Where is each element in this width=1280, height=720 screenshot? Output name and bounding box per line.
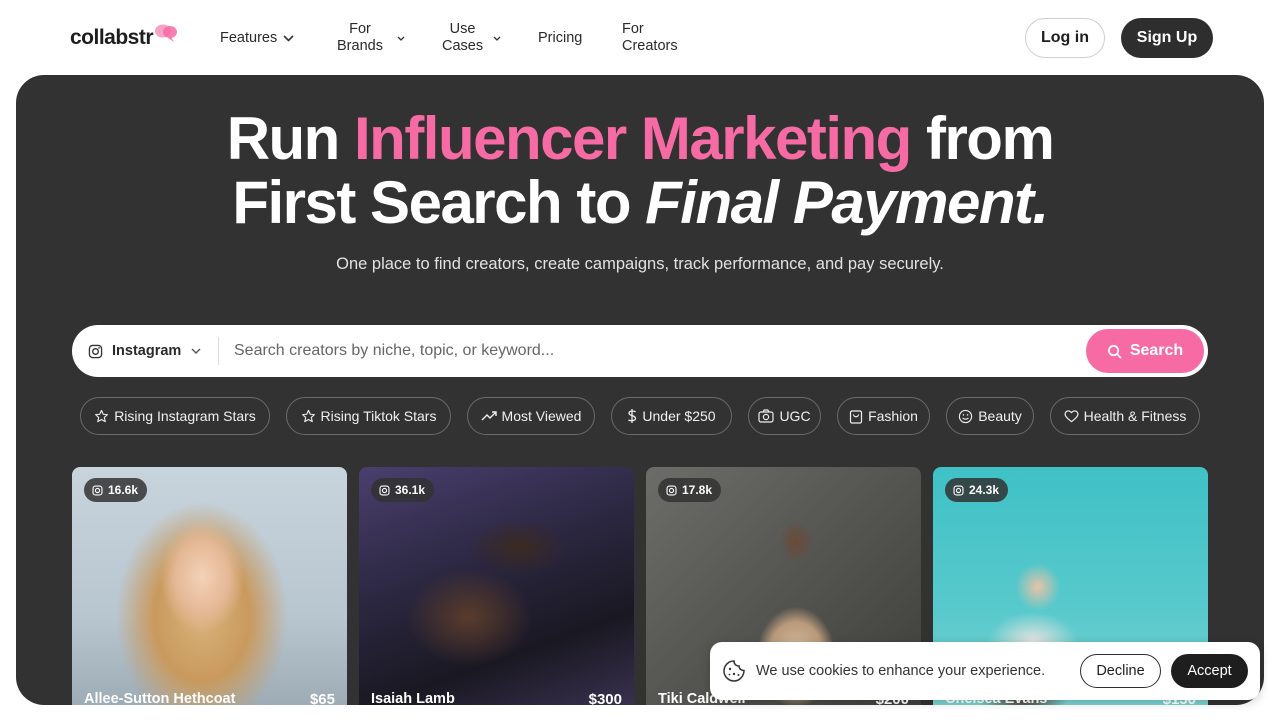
nav-for-creators-line2: Creators: [622, 38, 678, 54]
signup-button[interactable]: Sign Up: [1121, 18, 1213, 58]
instagram-icon: [379, 484, 390, 496]
star-icon: [301, 409, 316, 424]
platform-select-value: Instagram: [112, 343, 182, 359]
nav-use-cases-line1: Use: [449, 21, 476, 37]
hero-title-run: Run: [226, 105, 354, 172]
collabstr-logo[interactable]: collabstr: [70, 23, 178, 50]
search-icon: [1107, 344, 1122, 359]
creator-card[interactable]: 16.6k Allee-Sutton Hethcoat $65: [72, 467, 347, 705]
chip-label: Rising Tiktok Stars: [320, 408, 437, 424]
nav-for-creators-line1: For: [622, 21, 644, 37]
dollar-icon: [627, 408, 637, 424]
chevron-down-icon: [283, 35, 294, 42]
chevron-down-icon: [397, 36, 405, 41]
chip-label: Beauty: [978, 408, 1022, 424]
platform-select[interactable]: Instagram: [88, 325, 201, 377]
hero-subtitle: One place to find creators, create campa…: [336, 255, 944, 273]
chip-fashion[interactable]: Fashion: [837, 397, 930, 435]
smile-icon: [958, 409, 973, 424]
chevron-down-icon: [191, 348, 201, 354]
nav-use-cases-line2: Cases: [442, 38, 484, 54]
cookie-decline-button[interactable]: Decline: [1080, 654, 1161, 688]
creator-search-bar: Instagram Search: [72, 325, 1208, 377]
chip-label: Health & Fitness: [1083, 408, 1187, 424]
hero-title-line1: Run Influencer Marketing from: [16, 107, 1264, 171]
follower-badge: 16.6k: [84, 478, 148, 502]
top-navigation: collabstr Features For Brands Use Cases …: [0, 0, 1280, 76]
nav-pricing[interactable]: Pricing: [538, 30, 582, 47]
chip-label: Most Viewed: [501, 408, 582, 424]
chip-most-viewed[interactable]: Most Viewed: [467, 397, 595, 435]
camera-icon: [758, 409, 775, 423]
follower-count: 17.8k: [682, 483, 713, 497]
cookie-accept-button[interactable]: Accept: [1171, 654, 1248, 688]
instagram-icon: [92, 484, 103, 496]
chip-beauty[interactable]: Beauty: [946, 397, 1034, 435]
nav-for-brands-line2: Brands: [337, 38, 383, 54]
trending-up-icon: [481, 410, 497, 422]
creator-photo: [72, 467, 347, 705]
chip-rising-instagram-stars[interactable]: Rising Instagram Stars: [80, 397, 270, 435]
creator-name: Isaiah Lamb: [371, 691, 455, 705]
chip-label: UGC: [779, 408, 811, 424]
chip-ugc[interactable]: UGC: [748, 397, 821, 435]
chip-label: Under $250: [642, 408, 716, 424]
instagram-icon: [88, 344, 103, 359]
follower-count: 16.6k: [108, 483, 139, 497]
search-button[interactable]: Search: [1086, 329, 1204, 373]
follower-count: 24.3k: [969, 483, 1000, 497]
hero-title-from: from: [910, 105, 1055, 172]
chip-health-fitness[interactable]: Health & Fitness: [1050, 397, 1200, 435]
instagram-icon: [666, 484, 677, 496]
follower-badge: 24.3k: [945, 478, 1009, 502]
cookie-icon: [722, 659, 746, 683]
chip-label: Fashion: [868, 408, 918, 424]
creator-price: $65: [309, 691, 335, 705]
heart-icon: [1064, 409, 1079, 423]
hero-title-first-search: First Search to: [232, 169, 646, 236]
hero-title-final-payment: Final Payment.: [645, 169, 1049, 236]
hero-title-line2: First Search to Final Payment.: [16, 171, 1264, 235]
hero-title-highlight: Influencer Marketing: [354, 105, 912, 172]
chevron-down-icon: [493, 36, 501, 41]
bag-icon: [849, 409, 863, 424]
search-button-label: Search: [1129, 342, 1184, 359]
logo-bubbles-icon: [154, 23, 178, 49]
nav-features-label: Features: [220, 30, 278, 46]
nav-features[interactable]: Features: [220, 30, 294, 47]
search-input[interactable]: [234, 335, 1074, 367]
follower-badge: 17.8k: [658, 478, 722, 502]
chip-under-250[interactable]: Under $250: [611, 397, 732, 435]
nav-pricing-label: Pricing: [538, 30, 583, 46]
creator-price: $300: [588, 691, 622, 705]
login-button[interactable]: Log in: [1025, 18, 1105, 58]
search-divider: [218, 337, 219, 365]
instagram-icon: [953, 484, 964, 496]
follower-count: 36.1k: [395, 483, 426, 497]
nav-for-brands[interactable]: For Brands: [337, 21, 405, 55]
cookie-message: We use cookies to enhance your experienc…: [756, 663, 1046, 679]
follower-badge: 36.1k: [371, 478, 435, 502]
cookie-banner: We use cookies to enhance your experienc…: [710, 642, 1260, 700]
hero-section: Run Influencer Marketing from First Sear…: [16, 75, 1264, 705]
creator-photo: [359, 467, 634, 705]
nav-for-brands-line1: For: [349, 21, 371, 37]
chip-rising-tiktok-stars[interactable]: Rising Tiktok Stars: [286, 397, 451, 435]
nav-use-cases[interactable]: Use Cases: [442, 21, 501, 55]
star-icon: [94, 409, 109, 424]
logo-text: collabstr: [70, 26, 154, 49]
creator-card[interactable]: 36.1k Isaiah Lamb $300: [359, 467, 634, 705]
creator-name: Allee-Sutton Hethcoat: [84, 691, 236, 705]
chip-label: Rising Instagram Stars: [114, 408, 256, 424]
nav-for-creators[interactable]: For Creators: [622, 21, 678, 55]
